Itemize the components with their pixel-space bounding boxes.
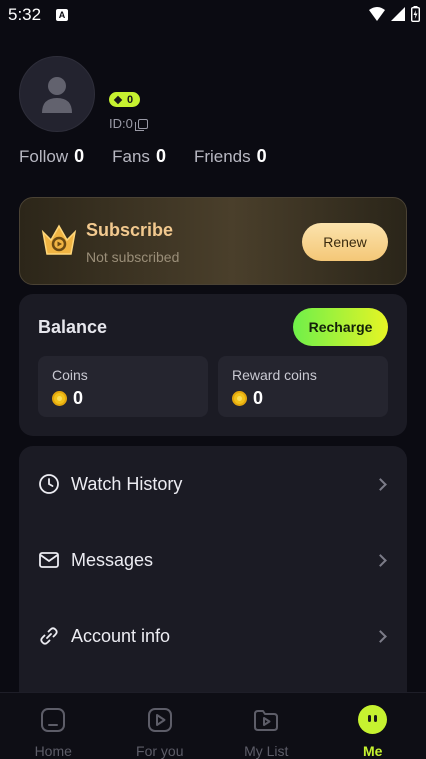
reward-coins-box[interactable]: Reward coins 0 [218,356,388,417]
user-id-text: ID:0 [109,116,133,131]
coin-icon [232,391,247,406]
menu-item-account-info[interactable]: Account info [19,606,407,666]
menu-item-messages[interactable]: Messages [19,530,407,590]
chevron-right-icon [374,477,387,491]
coin-icon [52,391,67,406]
stat-value: 0 [74,146,85,166]
badge-value: 0 [127,93,134,106]
status-icons [369,6,420,22]
nav-label: My List [244,743,289,759]
user-icon [42,77,72,113]
coins-value: 0 [73,388,84,408]
status-bar: 5:32 A [0,0,426,30]
crown-icon [41,224,77,255]
battery-icon [411,6,420,22]
stat-fans[interactable]: Fans 0 [112,146,166,167]
stat-friends[interactable]: Friends 0 [194,146,267,167]
nav-label: Home [34,743,72,759]
stat-follow[interactable]: Follow 0 [19,146,84,167]
balance-title: Balance [38,317,108,337]
chevron-right-icon [374,553,387,567]
nav-label: For you [136,743,184,759]
clock-icon [39,474,59,494]
subscribe-card[interactable]: Subscribe Not subscribed Renew [19,197,407,285]
nav-home[interactable]: Home [0,693,107,759]
level-badge: 0 [109,92,141,107]
coins-label: Coins [52,367,88,383]
nav-label: Me [363,743,383,759]
mail-icon [39,552,59,568]
chevron-right-icon [374,629,387,643]
nav-for-you[interactable]: For you [107,693,214,759]
wifi-icon [369,7,385,21]
reward-coins-row: 0 [232,388,263,409]
stat-value: 0 [256,146,267,166]
link-icon [40,627,58,645]
coins-box[interactable]: Coins 0 [38,356,208,417]
menu-label: Watch History [71,473,183,494]
status-time: 5:32 [8,5,42,24]
renew-button[interactable]: Renew [302,223,388,261]
play-square-icon [147,708,172,732]
menu-label: Account info [71,625,171,646]
menu-card: Watch History Messages Account info [19,446,407,706]
balance-card: Balance Recharge Coins 0 Reward coins 0 [19,294,407,436]
bottom-nav: Home For you My List Me [0,692,426,759]
recharge-button[interactable]: Recharge [293,308,388,346]
home-icon [41,708,66,732]
profile-stats: Follow 0 Fans 0 Friends 0 [19,146,295,167]
reward-coins-value: 0 [253,388,264,408]
stat-label: Friends [193,147,251,166]
menu-item-watch-history[interactable]: Watch History [19,454,407,514]
stat-label: Fans [112,147,150,166]
reward-coins-label: Reward coins [232,367,317,383]
user-id[interactable]: ID:0 [109,116,148,131]
me-face-icon [358,705,388,734]
subscribe-status: Not subscribed [86,249,180,265]
notification-icon: A [56,9,68,21]
coins-row: 0 [52,388,83,409]
nav-my-list[interactable]: My List [213,693,320,759]
avatar[interactable] [19,56,95,132]
signal-icon [391,7,405,21]
folder-play-icon [254,710,279,731]
copy-icon[interactable] [134,118,148,131]
stat-value: 0 [155,146,166,166]
stat-label: Follow [19,147,69,166]
nav-me[interactable]: Me [320,693,426,759]
menu-label: Messages [71,549,154,570]
subscribe-title: Subscribe [86,220,174,240]
diamond-icon [113,95,123,104]
